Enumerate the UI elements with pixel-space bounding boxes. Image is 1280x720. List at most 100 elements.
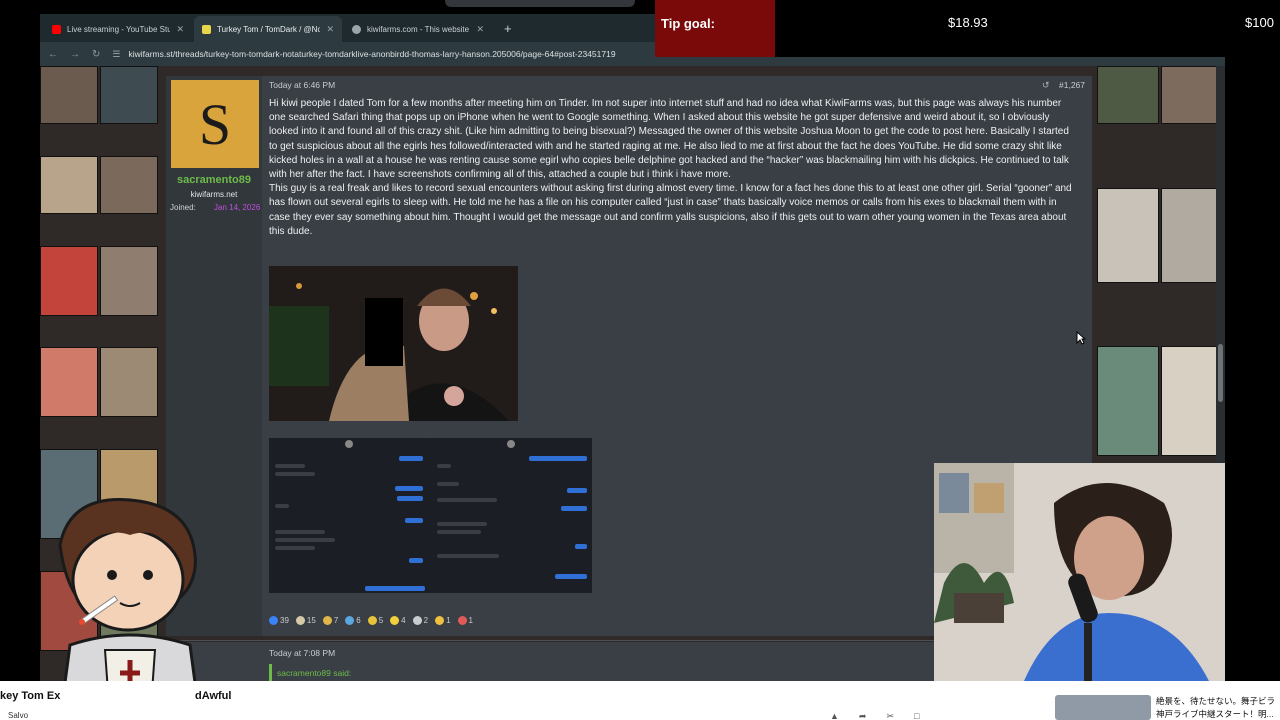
- reaction-count: 39: [280, 616, 289, 625]
- kiwifarms-icon: [202, 24, 211, 34]
- reaction-count: 2: [423, 616, 429, 625]
- scrollbar-thumb[interactable]: [1218, 344, 1223, 402]
- reaction-count: 15: [306, 616, 316, 625]
- reaction-icon: [435, 616, 445, 625]
- tab-kiwifarms-thread[interactable]: Turkey Tom / TomDark / @Not ✕: [194, 16, 342, 42]
- close-icon[interactable]: ✕: [326, 24, 334, 35]
- close-icon[interactable]: ✕: [176, 24, 184, 35]
- comic-panel: [40, 66, 98, 124]
- quote-author-link[interactable]: sacramento89 said:: [277, 668, 351, 678]
- comic-panel: [1161, 66, 1223, 124]
- comic-panel: [100, 245, 158, 316]
- joined-label: Joined:: [170, 203, 196, 212]
- video-actions: ▲ ➦ ✂ □: [830, 711, 919, 720]
- comic-panel: [100, 347, 158, 418]
- post-paragraph: Hi kiwi people I dated Tom for a few mon…: [269, 98, 1069, 181]
- video-title[interactable]: key Tom Ex: [0, 690, 60, 702]
- close-icon[interactable]: ✕: [476, 24, 484, 35]
- page-scrollbar[interactable]: [1216, 66, 1225, 466]
- comic-panel: [40, 347, 98, 418]
- webcam-feed: [934, 463, 1225, 681]
- comic-panel: [1097, 187, 1159, 283]
- reaction-count: 7: [333, 616, 339, 625]
- reaction-item[interactable]: 1: [435, 616, 451, 625]
- reaction-icon: [295, 616, 305, 625]
- chat-screenshots-image: [269, 438, 592, 593]
- video-title-continued: dAwful: [195, 690, 232, 702]
- youtube-bottom-bar: key Tom Ex dAwful Salvo ▲ ➦ ✂ □ 絶景を、待たせな…: [0, 681, 1280, 720]
- post-number-link[interactable]: #1,267: [1059, 80, 1085, 90]
- tip-current-amount: $18.93: [948, 15, 988, 30]
- comic-panel: [1161, 346, 1223, 456]
- comic-panel: [100, 66, 158, 124]
- like-icon[interactable]: ▲: [830, 711, 839, 720]
- attached-photo[interactable]: [269, 266, 518, 421]
- reaction-item[interactable]: 7: [322, 616, 339, 625]
- reaction-item[interactable]: 1: [457, 616, 473, 625]
- clip-icon[interactable]: ✂: [886, 711, 894, 720]
- comic-panel: [40, 155, 98, 214]
- tab-label: Turkey Tom / TomDark / @Not: [217, 24, 321, 34]
- tab-label: kiwifarms.com - This website is: [367, 24, 471, 34]
- reaction-item[interactable]: 6: [345, 616, 361, 625]
- webcam-image: [934, 463, 1225, 681]
- tab-kiwifarms-com[interactable]: kiwifarms.com - This website is ✕: [344, 16, 492, 42]
- forward-icon[interactable]: →: [70, 49, 80, 60]
- post-timestamp[interactable]: Today at 7:08 PM: [269, 648, 335, 658]
- reload-icon[interactable]: ↻: [92, 49, 100, 60]
- quote-bar: [269, 664, 272, 682]
- comic-panel: [40, 245, 98, 316]
- reaction-item[interactable]: 39: [269, 616, 289, 625]
- reaction-count: 1: [468, 616, 473, 625]
- search-bar-stub[interactable]: [445, 0, 635, 7]
- reaction-bar[interactable]: 39 15 7 6 5 4 2 1 1: [269, 616, 473, 625]
- recommended-title-line2: 神戸ライブ中継スタート！明...: [1156, 709, 1274, 719]
- reaction-count: 5: [378, 616, 384, 625]
- site-info-icon[interactable]: ☰: [112, 49, 120, 60]
- youtube-icon: [52, 24, 61, 34]
- comic-panel: [1097, 66, 1159, 124]
- photo-image: [269, 266, 518, 421]
- tip-goal-label: Tip goal:: [661, 16, 715, 31]
- channel-name[interactable]: Salvo: [8, 711, 28, 720]
- url-text: kiwifarms.st/threads/turkey-tom-tomdark-…: [128, 49, 616, 59]
- reaction-count: 4: [401, 616, 406, 625]
- share-icon[interactable]: ↺: [1042, 80, 1050, 91]
- reaction-icon: [367, 616, 377, 625]
- comic-panel: [1161, 187, 1223, 283]
- reaction-icon: [412, 616, 422, 625]
- reaction-item[interactable]: 2: [412, 616, 429, 625]
- recommended-title[interactable]: 絶景を、待たせない。舞子ビラ: [1156, 695, 1275, 707]
- reaction-item[interactable]: 4: [390, 616, 406, 625]
- post-timestamp[interactable]: Today at 6:46 PM: [269, 80, 335, 90]
- reaction-icon: [345, 616, 355, 625]
- tab-youtube-studio[interactable]: Live streaming - YouTube Studi ✕: [44, 16, 192, 42]
- globe-icon: [352, 24, 361, 34]
- avatar[interactable]: S: [171, 80, 259, 168]
- stream-screen: S sacramento89 kiwifarms.net Joined: Jan…: [0, 0, 1280, 720]
- browser-tab-bar: Live streaming - YouTube Studi ✕ Turkey …: [40, 14, 660, 42]
- reaction-item[interactable]: 5: [367, 616, 384, 625]
- save-icon[interactable]: □: [914, 711, 919, 720]
- back-icon[interactable]: ←: [48, 49, 58, 60]
- joined-date: Jan 14, 2026: [214, 203, 261, 212]
- share-icon[interactable]: ➦: [859, 711, 867, 720]
- post-body: Hi kiwi people I dated Tom for a few mon…: [269, 97, 1077, 239]
- reaction-icon: [390, 616, 400, 625]
- tab-label: Live streaming - YouTube Studi: [67, 24, 171, 34]
- user-title: kiwifarms.net: [190, 190, 238, 199]
- comic-panel: [100, 155, 158, 214]
- username-link[interactable]: sacramento89: [166, 174, 262, 186]
- reaction-item[interactable]: 15: [295, 616, 316, 625]
- new-tab-button[interactable]: +: [494, 16, 522, 42]
- reaction-count: 6: [356, 616, 361, 625]
- reaction-icon: [269, 616, 278, 625]
- post-paragraph: This guy is a real freak and likes to re…: [269, 183, 1072, 237]
- attached-screenshots[interactable]: [269, 438, 592, 593]
- comic-panel: [1097, 346, 1159, 456]
- reaction-icon: [457, 616, 467, 625]
- reaction-icon: [322, 616, 332, 625]
- recommended-thumbnail[interactable]: [1055, 695, 1151, 720]
- tip-target-amount: $100: [1245, 15, 1274, 30]
- reaction-count: 1: [446, 616, 451, 625]
